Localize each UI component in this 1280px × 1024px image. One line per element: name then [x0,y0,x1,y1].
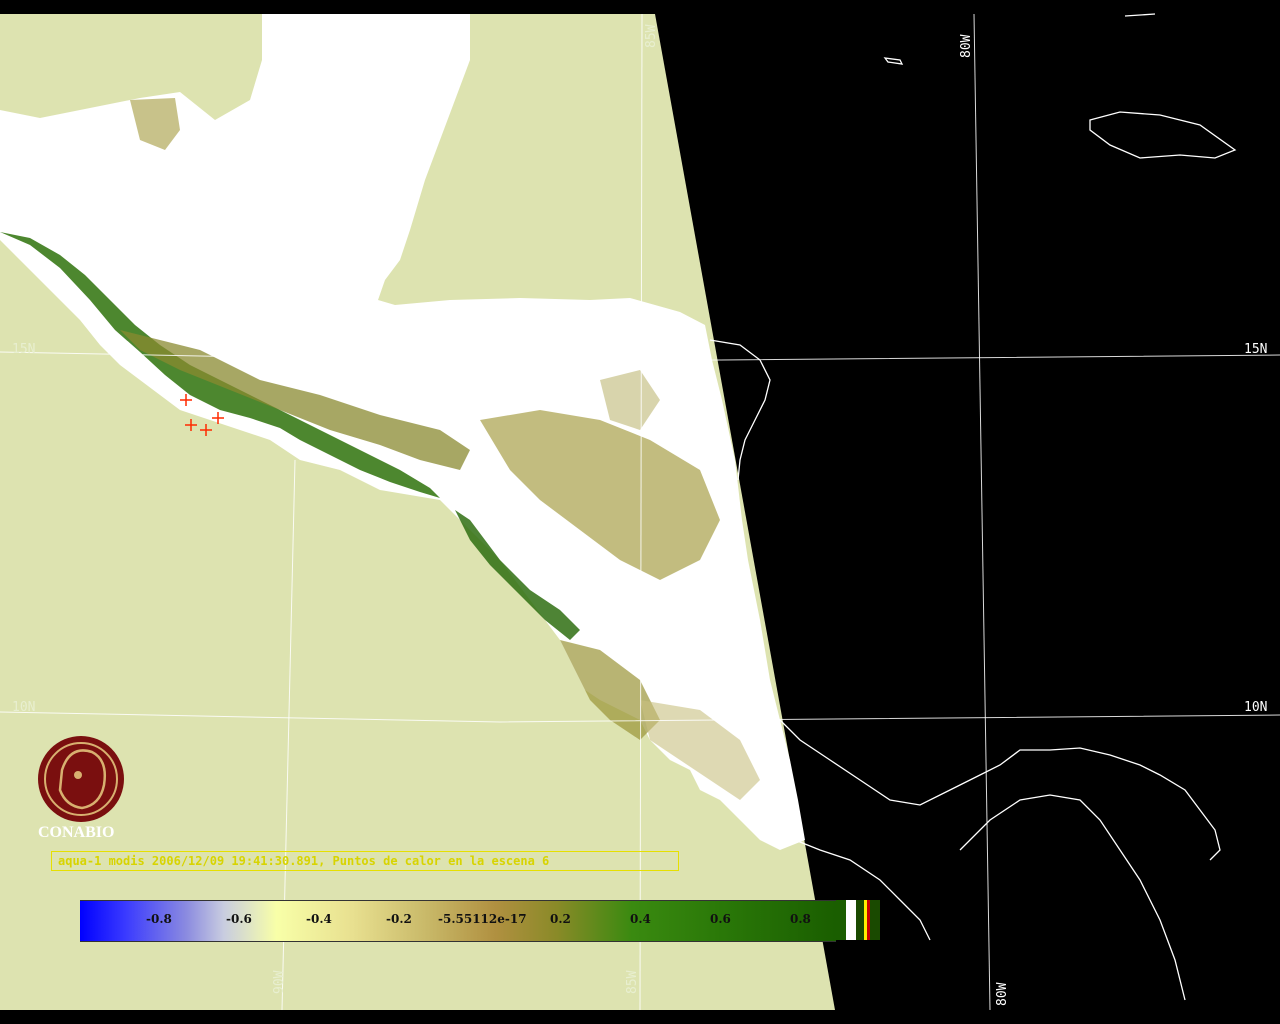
scale-tick-label: 0.4 [630,912,651,926]
scale-tick-label: -0.4 [306,912,332,926]
scale-tick-label: 0.2 [550,912,571,926]
lat-label-15n-right: 15N [1244,342,1267,357]
lon-label-80w-bottom: 80W [995,982,1010,1006]
map-viewport: 15N 15N 10N 10N 85W 80W 90W 85W 80W CONA… [0,0,1280,1024]
lat-label-10n-right: 10N [1244,700,1267,715]
scale-tick-label: 0.8 [790,912,811,926]
lat-label-15n-left: 15N [12,342,35,357]
scale-tick-label: -0.6 [226,912,252,926]
conabio-logo-text: CONABIO [38,824,114,841]
lat-label-10n-left: 10N [12,700,35,715]
scale-tick-label: -0.2 [386,912,412,926]
scale-tick-label: -0.8 [146,912,172,926]
conabio-logo-icon [38,736,124,822]
scale-tick-label: 0.6 [710,912,731,926]
lon-label-90w-bottom: 90W [272,970,287,994]
lon-label-85w-top: 85W [644,24,659,48]
lon-label-80w-top: 80W [959,34,974,58]
scene-caption: aqua-1 modis 2006/12/09 19:41:30.891, Pu… [51,851,679,871]
color-scale-special-classes [836,900,880,940]
lon-label-85w-bottom: 85W [625,970,640,994]
color-scale-legend: -0.8 -0.6 -0.4 -0.2 -5.55112e-17 0.2 0.4… [80,900,880,942]
scale-tick-label: -5.55112e-17 [438,912,527,926]
